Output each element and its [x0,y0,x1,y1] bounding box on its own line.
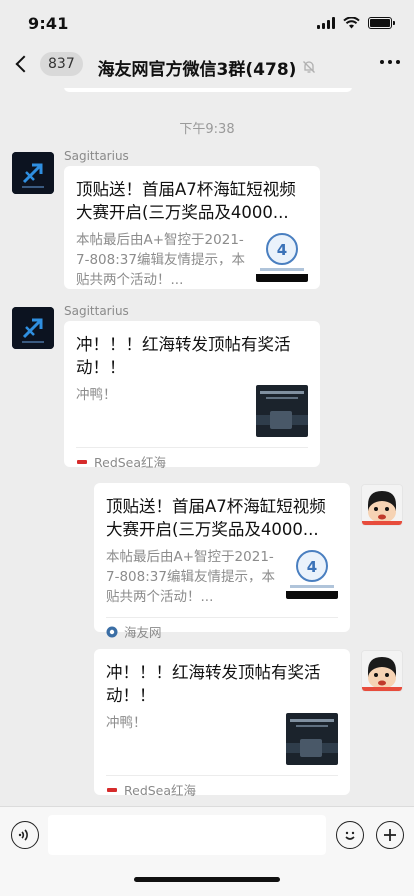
card-source: RedSea红海 [76,447,308,475]
link-card[interactable]: 顶贴送！首届A7杯海缸短视频大赛开启(三万奖品及4000... 本帖最后由A+智… [94,483,350,640]
more-options-button[interactable] [380,60,400,64]
card-title: 顶贴送！首届A7杯海缸短视频大赛开启(三万奖品及4000... [106,497,326,539]
input-bar [0,806,414,896]
avatar[interactable] [12,152,54,194]
card-description: 冲鸭！ [76,387,117,403]
card-source-name: RedSea红海 [94,455,167,470]
chat-area[interactable]: 下午9:38 Sagittarius 顶贴送！首届A7杯海缸短视频大赛开启(三万… [0,88,414,806]
message-timestamp: 下午9:38 [179,122,235,137]
chat-title-wrap: 海友网官方微信3群(478) [98,55,317,80]
card-source-name: 海友网 [124,625,162,640]
avatar[interactable] [361,484,403,526]
battery-icon [368,17,395,29]
link-card[interactable]: 顶贴送！首届A7杯海缸短视频大赛开启(三万奖品及4000... 本帖最后由A+智… [64,166,320,289]
card-title: 顶贴送！首届A7杯海缸短视频大赛开启(三万奖品及4000... [76,180,296,222]
card-title: 冲！！！红海转发顶帖有奖活动！！ [106,663,321,705]
dot-icon [380,60,384,64]
svg-text:4: 4 [277,241,287,259]
dot-icon [396,60,400,64]
status-icons [317,17,395,29]
chat-title: 海友网官方微信3群(478) [97,59,297,80]
dot-icon [388,60,392,64]
voice-icon [18,829,28,841]
redsea-logo-icon [107,787,117,792]
card-source: 海友网 [106,617,338,645]
cartoon-avatar-icon [362,651,402,691]
voice-input-button[interactable] [11,821,39,849]
previous-message-bubble [64,88,352,92]
more-functions-button[interactable] [376,821,404,849]
card-thumbnail: 4 [256,230,308,282]
avatar[interactable] [12,307,54,349]
emoji-icon [345,831,355,840]
card-description: 本帖最后由A+智控于2021-7-808:37编辑友情提示，本贴共两个活动！..… [76,232,245,288]
status-bar: 9:41 [0,0,414,46]
nav-bar: 837 海友网官方微信3群(478) [0,46,414,88]
link-card[interactable]: 冲！！！红海转发顶帖有奖活动！！ 冲鸭！ RedSea红海 [94,649,350,798]
card-thumbnail: 4 [286,547,338,599]
cartoon-avatar-icon [362,485,402,525]
sender-name: Sagittarius [64,149,129,163]
haiyou-logo-icon [106,626,118,637]
link-card[interactable]: 冲！！！红海转发顶帖有奖活动！！ 冲鸭！ RedSea红海 [64,321,320,470]
sagittarius-logo-icon [12,307,54,349]
emoji-button[interactable] [336,821,364,849]
chevron-left-icon [15,55,33,73]
card-title: 冲！！！红海转发顶帖有奖活动！！ [76,335,291,377]
cellular-signal-icon [317,17,335,29]
wifi-icon [343,17,360,29]
card-source-name: RedSea红海 [124,783,197,798]
status-time: 9:41 [28,13,69,33]
sagittarius-logo-icon [12,152,54,194]
avatar[interactable] [361,650,403,692]
home-indicator [134,877,280,882]
plus-icon [384,829,396,841]
card-thumbnail [256,385,308,437]
redsea-logo-icon [77,459,87,464]
svg-text:4: 4 [307,558,317,576]
message-input[interactable] [48,815,326,855]
card-description: 本帖最后由A+智控于2021-7-808:37编辑友情提示，本贴共两个活动！..… [106,549,275,605]
back-button[interactable]: 837 [12,52,83,76]
unread-count-badge: 837 [40,52,83,76]
mute-bell-icon [303,61,316,73]
card-description: 冲鸭！ [106,715,147,731]
sender-name: Sagittarius [64,304,129,318]
card-source: RedSea红海 [106,775,338,803]
card-thumbnail [286,713,338,765]
